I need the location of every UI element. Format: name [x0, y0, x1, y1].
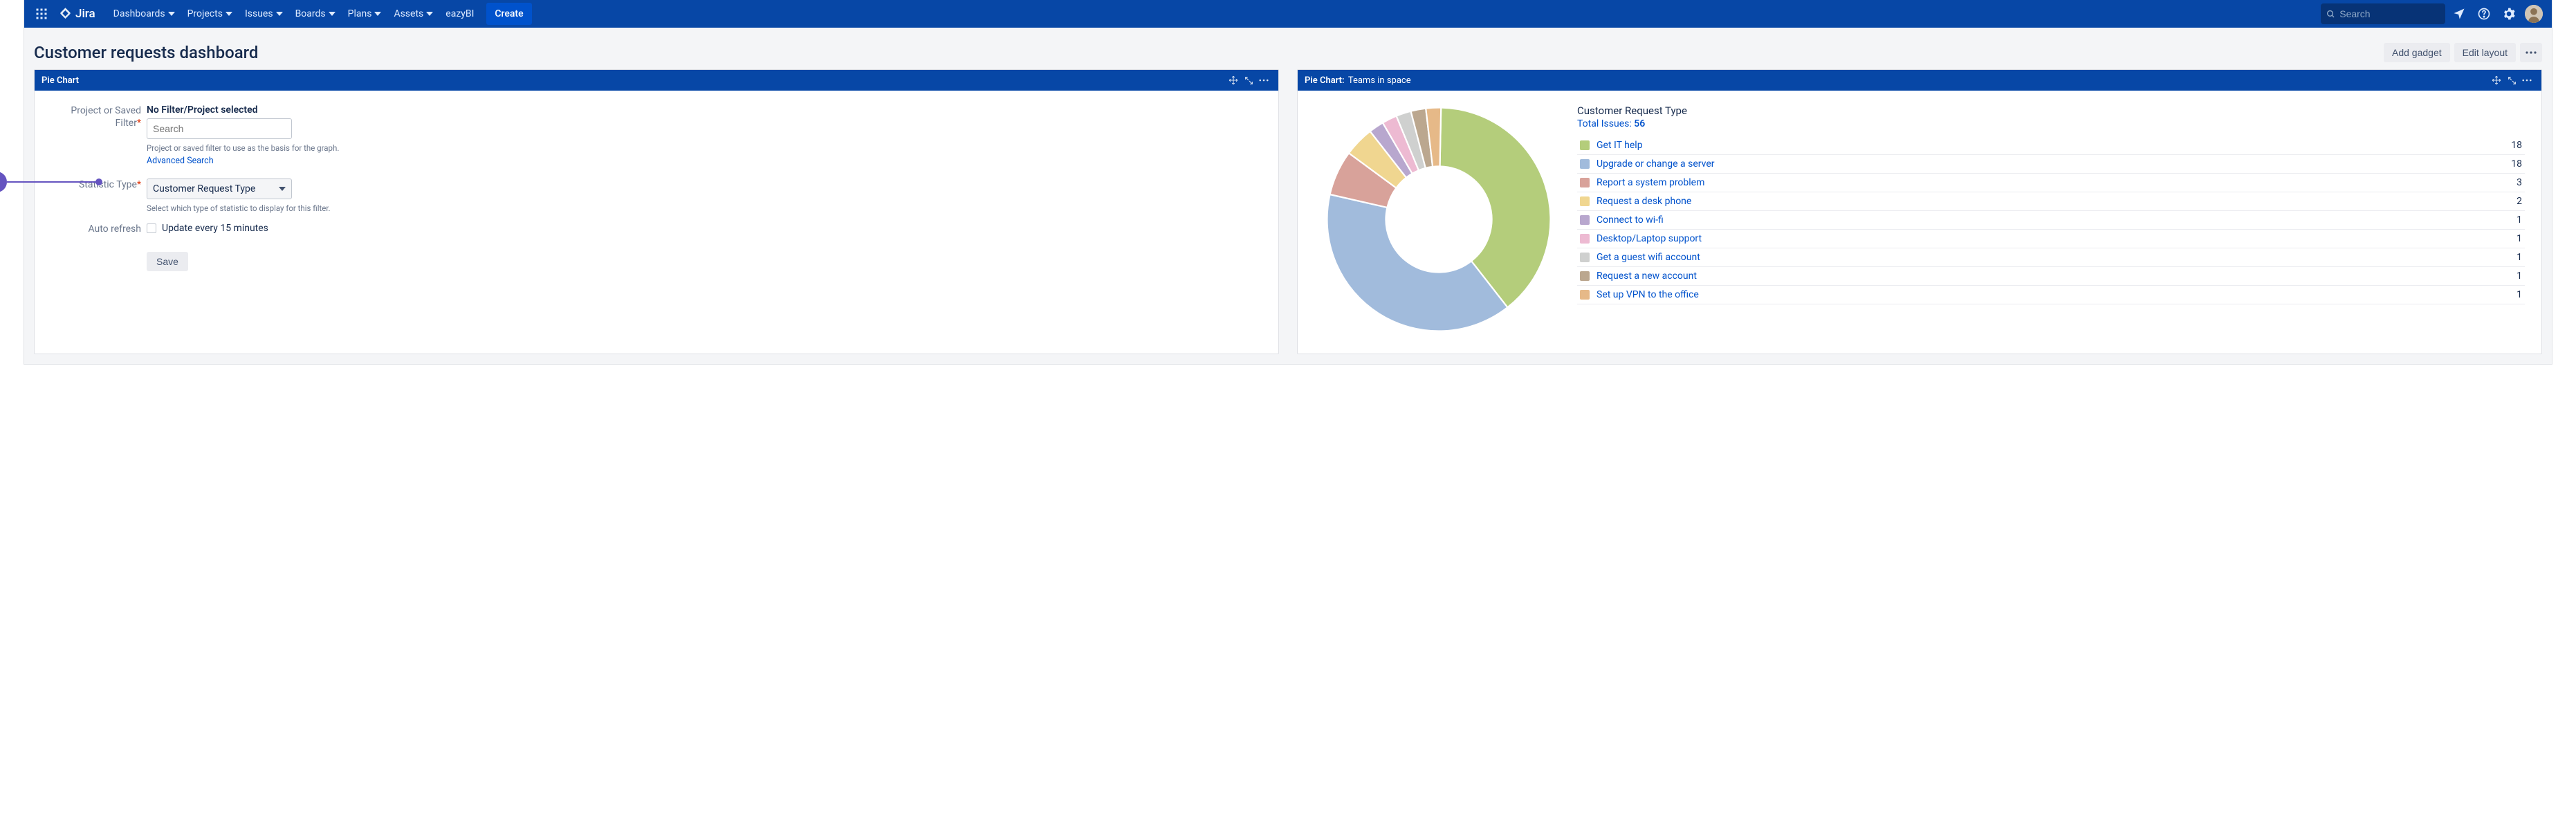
legend-label[interactable]: Report a system problem — [1597, 177, 2511, 188]
legend-row: Desktop/Laptop support1 — [1577, 230, 2525, 248]
legend-swatch — [1580, 271, 1590, 281]
legend-count: 18 — [2505, 140, 2522, 151]
app-switcher-icon[interactable] — [31, 3, 52, 25]
legend-count: 1 — [2511, 289, 2522, 300]
legend-swatch — [1580, 196, 1590, 206]
chevron-down-icon — [279, 187, 286, 191]
avatar[interactable] — [2523, 3, 2545, 25]
legend-swatch — [1580, 178, 1590, 187]
gadget-pie-config: Pie Chart Project or Saved Filter* No Fi… — [34, 69, 1279, 354]
nav-item-dashboards[interactable]: Dashboards — [108, 3, 181, 25]
legend-swatch — [1580, 140, 1590, 150]
nav-item-boards[interactable]: Boards — [290, 3, 341, 25]
page-title: Customer requests dashboard — [34, 43, 258, 62]
more-button[interactable] — [2520, 43, 2542, 62]
refresh-label: Auto refresh — [54, 223, 147, 235]
nav-item-projects[interactable]: Projects — [182, 3, 238, 25]
legend-label[interactable]: Desktop/Laptop support — [1597, 233, 2511, 244]
advanced-search-link[interactable]: Advanced Search — [147, 156, 214, 166]
gadget-title: Pie Chart — [42, 75, 79, 86]
legend-count: 1 — [2511, 233, 2522, 244]
donut-chart — [1314, 102, 1563, 337]
dashboard-header: Customer requests dashboard Add gadget E… — [24, 28, 2552, 69]
legend-count: 1 — [2511, 214, 2522, 226]
legend-label[interactable]: Get a guest wifi account — [1597, 252, 2511, 263]
nav-items: DashboardsProjectsIssuesBoardsPlansAsset… — [108, 3, 480, 25]
legend-swatch — [1580, 290, 1590, 300]
filter-label: Project or Saved Filter* — [54, 104, 147, 166]
legend-count: 2 — [2511, 196, 2522, 207]
filter-value-title: No Filter/Project selected — [147, 104, 437, 116]
auto-refresh-checkbox[interactable] — [147, 223, 156, 233]
legend-row: Get a guest wifi account1 — [1577, 248, 2525, 267]
move-icon[interactable] — [1226, 73, 1241, 88]
help-icon[interactable] — [2473, 3, 2495, 25]
expand-icon[interactable] — [2504, 73, 2519, 88]
legend-row: Request a new account1 — [1577, 267, 2525, 286]
filter-help: Project or saved filter to use as the ba… — [147, 143, 437, 153]
search-input[interactable] — [2339, 8, 2440, 19]
legend-row: Report a system problem3 — [1577, 174, 2525, 192]
legend-count: 1 — [2511, 271, 2522, 282]
legend-row: Get IT help18 — [1577, 136, 2525, 155]
gadget-header: Pie Chart: Teams in space — [1298, 70, 2541, 91]
nav-item-assets[interactable]: Assets — [388, 3, 439, 25]
notifications-icon[interactable] — [2448, 3, 2470, 25]
legend-label[interactable]: Get IT help — [1597, 140, 2505, 151]
gadget-title-prefix: Pie Chart: — [1305, 75, 1345, 86]
add-gadget-button[interactable]: Add gadget — [2384, 43, 2450, 62]
legend-row: Set up VPN to the office1 — [1577, 286, 2525, 304]
nav-item-eazybi[interactable]: eazyBI — [440, 3, 479, 25]
annotation-line — [7, 181, 97, 183]
legend-total[interactable]: Total Issues: 56 — [1577, 118, 2525, 129]
legend-label[interactable]: Request a new account — [1597, 271, 2511, 282]
annotation-badge: 1 — [0, 172, 7, 192]
gadget-header: Pie Chart — [35, 70, 1278, 91]
legend-label[interactable]: Request a desk phone — [1597, 196, 2511, 207]
create-button[interactable]: Create — [486, 3, 531, 25]
auto-refresh-text: Update every 15 minutes — [162, 223, 268, 234]
legend-count: 3 — [2511, 177, 2522, 188]
settings-icon[interactable] — [2498, 3, 2520, 25]
gadget-pie-chart: Pie Chart: Teams in space Customer Reque… — [1297, 69, 2542, 354]
move-icon[interactable] — [2489, 73, 2504, 88]
gadget-more-icon[interactable] — [1256, 73, 1271, 88]
legend-swatch — [1580, 159, 1590, 169]
brand-text: Jira — [75, 7, 95, 21]
save-button[interactable]: Save — [147, 252, 188, 271]
expand-icon[interactable] — [1241, 73, 1256, 88]
global-search[interactable] — [2321, 3, 2445, 24]
legend-label[interactable]: Set up VPN to the office — [1597, 289, 2511, 300]
legend-row: Upgrade or change a server18 — [1577, 155, 2525, 174]
legend-swatch — [1580, 234, 1590, 244]
legend-swatch — [1580, 215, 1590, 225]
app-frame: Jira DashboardsProjectsIssuesBoardsPlans… — [24, 0, 2552, 365]
gadget-title-sub: Teams in space — [1346, 75, 1411, 86]
gadget-more-icon[interactable] — [2519, 73, 2534, 88]
legend-count: 1 — [2511, 252, 2522, 263]
annotation-dot — [95, 178, 102, 185]
legend-row: Connect to wi-fi1 — [1577, 211, 2525, 230]
nav-item-plans[interactable]: Plans — [342, 3, 387, 25]
legend-list: Get IT help18Upgrade or change a server1… — [1577, 136, 2525, 304]
legend-label[interactable]: Upgrade or change a server — [1597, 158, 2505, 170]
stat-type-select[interactable]: Customer Request Type — [147, 178, 292, 199]
nav-item-issues[interactable]: Issues — [239, 3, 288, 25]
legend-label[interactable]: Connect to wi-fi — [1597, 214, 2511, 226]
filter-search-input[interactable] — [147, 118, 292, 139]
legend-title: Customer Request Type — [1577, 104, 2525, 117]
edit-layout-button[interactable]: Edit layout — [2454, 43, 2516, 62]
jira-logo[interactable]: Jira — [55, 3, 100, 25]
legend-row: Request a desk phone2 — [1577, 192, 2525, 211]
legend-count: 18 — [2505, 158, 2522, 170]
top-nav: Jira DashboardsProjectsIssuesBoardsPlans… — [24, 0, 2552, 28]
legend-swatch — [1580, 253, 1590, 262]
stat-help: Select which type of statistic to displa… — [147, 203, 437, 213]
